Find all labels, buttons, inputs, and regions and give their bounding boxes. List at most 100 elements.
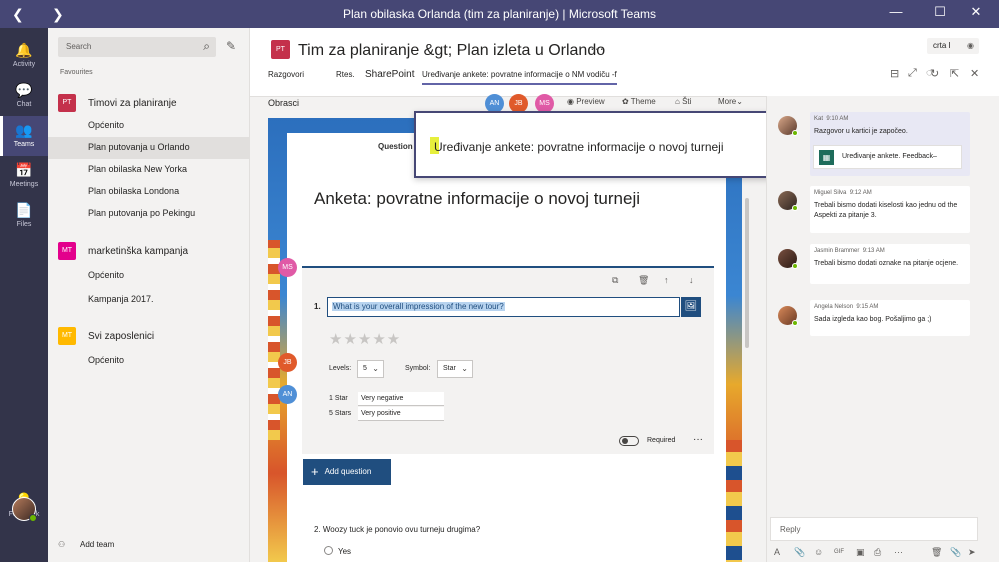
level-key: 1 Star [329, 395, 348, 402]
level-label-input[interactable]: Very negative [358, 392, 444, 406]
close-tab-icon[interactable]: ✕ [970, 67, 979, 80]
channel-item[interactable]: Plan putovanja po Pekingu [48, 203, 249, 225]
minimize-button[interactable]: — [886, 4, 906, 22]
title-bar: ❮ ❯ Plan obilaska Orlanda (tim za planir… [0, 0, 999, 28]
avatar: JB [278, 353, 297, 372]
rail-meetings[interactable]: 📅 Meetings [0, 156, 48, 196]
channel-item[interactable]: Općenito [48, 265, 249, 287]
maximize-button[interactable]: ☐ [930, 4, 950, 22]
popout-icon[interactable]: ⇱ [950, 67, 959, 80]
chevron-down-icon: ⌄ [372, 364, 379, 373]
copy-icon[interactable]: ⧉ [612, 275, 618, 286]
channel-item[interactable]: Plan obilaska Londona [48, 181, 249, 203]
delete-icon[interactable]: 🗑 [931, 547, 942, 558]
gif-icon[interactable]: GIF [834, 549, 844, 555]
avatar [778, 191, 798, 211]
channel-label: Plan obilaska Londona [88, 186, 180, 196]
rail-chat[interactable]: 💬 Chat [0, 76, 48, 116]
level-label-input[interactable]: Very positive [358, 407, 444, 421]
delete-icon[interactable]: 🗑 [638, 275, 649, 286]
tab-rtes[interactable]: Rtes. [336, 70, 355, 79]
avatar[interactable] [12, 497, 37, 522]
org-pill[interactable]: crta I ◉ [927, 38, 979, 54]
levels-select[interactable]: 5 ⌄ [357, 360, 384, 378]
tab-sharepoint[interactable]: SharePoint [365, 69, 414, 80]
forms-icon: ▦ [819, 150, 834, 165]
meet-icon[interactable]: ⎙ [874, 547, 881, 558]
scrollbar-thumb[interactable] [745, 198, 749, 348]
question-text: What is your overall impression of the n… [332, 302, 505, 311]
levels-label: Levels: [329, 365, 352, 372]
close-button[interactable]: ✕ [966, 4, 986, 22]
more-button[interactable]: More⌄ [718, 97, 743, 106]
channel-item[interactable]: Općenito [48, 350, 249, 372]
channel-item[interactable]: Općenito [48, 115, 249, 137]
search-icon[interactable]: ⌕ [203, 39, 210, 54]
rail-activity[interactable]: 🔔 Activity [0, 36, 48, 76]
more-options-icon[interactable]: ··· [894, 547, 903, 557]
rail-label: Activity [12, 61, 36, 68]
rail-files[interactable]: 📄 Files [0, 196, 48, 236]
symbol-select[interactable]: Star ⌄ [437, 360, 473, 378]
form-title[interactable]: Anketa: povratne informacije o novoj tur… [314, 189, 640, 209]
compose-icon[interactable]: ✎ [226, 39, 236, 53]
message-text: Trebali bismo dodati oznake na pitanje o… [814, 260, 959, 267]
emoji-icon[interactable]: ☺ [814, 547, 823, 557]
message-meta: Angela Nelson 9:15 AM [814, 304, 879, 310]
avatar: AN [278, 385, 297, 404]
card-title: Uređivanje ankete. Feedback– [842, 153, 937, 160]
team-svi-zaposlenici[interactable]: MT Svi zaposlenici [58, 327, 248, 349]
channel-item-selected[interactable]: Plan putovanja u Orlando [48, 137, 249, 159]
chevron-down-icon: ⌄ [461, 364, 468, 373]
add-team-button[interactable]: ⚇ Add team [58, 540, 114, 549]
attach-icon[interactable]: 📎 [794, 547, 805, 558]
rail-teams[interactable]: 👥 Teams [0, 116, 48, 156]
required-label: Required [647, 437, 676, 444]
more-options-icon[interactable]: ··· [693, 434, 703, 445]
move-down-icon[interactable]: ↓ [689, 275, 694, 285]
more-options-icon[interactable]: ··· [590, 40, 604, 56]
calendar-icon: 📅 [15, 162, 33, 178]
team-name: Svi zaposlenici [88, 331, 155, 342]
scrollbar[interactable] [744, 118, 750, 562]
theme-decoration [726, 440, 742, 560]
expand-icon[interactable]: ⤢ [908, 67, 917, 80]
channel-label: Kampanja 2017. [88, 294, 154, 304]
chat-message: Miguel Silva 9:12 AM Trebali bismo dodat… [810, 186, 970, 233]
channel-item[interactable]: Kampanja 2017. [48, 289, 249, 311]
levels-value: 5 [363, 365, 367, 372]
theme-button[interactable]: ✿ Theme [622, 97, 656, 106]
window-title: Plan obilaska Orlanda (tim za planiranje… [342, 7, 657, 21]
reply-input[interactable]: Reply [770, 517, 978, 541]
favourites-label: Favourites [60, 69, 93, 76]
sticker-icon[interactable]: ▣ [856, 547, 865, 558]
conversation-icon[interactable]: ⊟ [890, 67, 899, 80]
add-question-button[interactable]: + Add question [303, 459, 391, 485]
search-placeholder: Search [66, 42, 92, 51]
search-input[interactable]: Search ⌕ [58, 37, 216, 57]
symbol-label: Symbol: [405, 365, 431, 372]
format-icon[interactable]: A [774, 547, 780, 557]
question-number: 1. [314, 302, 321, 311]
move-up-icon[interactable]: ↑ [664, 275, 669, 285]
send-icon[interactable]: ➤ [968, 547, 976, 558]
channel-label: Plan putovanja po Pekingu [88, 208, 196, 218]
reply-placeholder: Reply [780, 525, 801, 534]
team-timovi-za-planiranje[interactable]: PT Timovi za planiranje [58, 94, 248, 116]
team-name: marketinška kampanja [88, 246, 189, 257]
preview-button[interactable]: ◉ Preview [567, 97, 605, 106]
required-toggle[interactable] [619, 436, 639, 446]
channel-header: PT Tim za planiranje &gt; Plan izleta u … [250, 28, 999, 96]
attach-icon[interactable]: 📎 [950, 547, 961, 558]
share-button[interactable]: ⌂ Šti [675, 97, 691, 106]
question-text-field[interactable]: What is your overall impression of the n… [327, 297, 680, 317]
tab-questions[interactable]: Question [378, 142, 413, 151]
tab-survey-edit[interactable]: Uređivanje ankete: povratne informacije … [422, 70, 617, 85]
insert-image-icon[interactable]: 🖼 [681, 297, 701, 317]
refresh-icon[interactable]: ↻ [930, 67, 939, 80]
team-marketinska-kampanja[interactable]: MT marketinška kampanja [58, 242, 248, 264]
tab-card[interactable]: ▦ Uređivanje ankete. Feedback– [813, 145, 962, 169]
tab-razgovori[interactable]: Razgovori [268, 70, 304, 79]
channel-item[interactable]: Plan obilaska New Yorka [48, 159, 249, 181]
radio-option[interactable] [324, 546, 333, 555]
